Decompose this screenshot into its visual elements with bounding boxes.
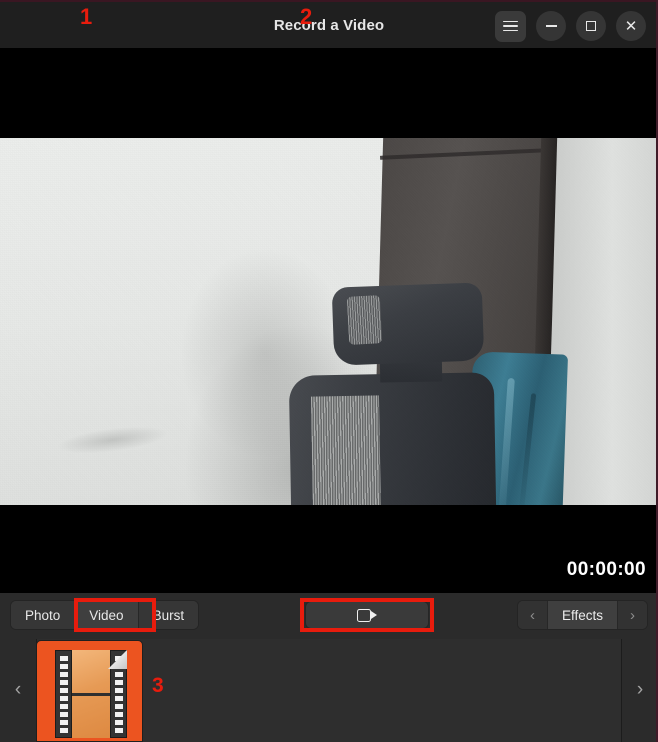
gallery-strip: ‹ › [0,637,658,742]
close-button[interactable]: ✕ [616,11,646,41]
viewfinder [0,48,658,593]
capture-mode-group: Photo Video Burst [10,600,200,630]
minimize-button[interactable] [536,11,566,41]
maximize-button[interactable] [576,11,606,41]
hamburger-icon [503,20,518,32]
record-button-wrapper [305,601,429,629]
camcorder-icon [357,608,377,622]
window-controls: ✕ [495,2,646,50]
hamburger-menu-button[interactable] [495,10,526,42]
effects-prev-button[interactable]: ‹ [517,601,548,629]
video-file-icon [55,650,127,738]
mode-button-video[interactable]: Video [75,601,139,629]
close-icon: ✕ [624,17,638,35]
camera-app-window: Record a Video ✕ 00:00:00 Photo Video Bu… [0,0,658,742]
preview-chair-mesh [310,395,382,505]
effects-next-button[interactable]: › [617,601,647,629]
annotation-label-3: 3 [152,674,164,697]
annotation-label-2: 2 [300,4,313,29]
webcam-preview [0,138,658,505]
minimize-icon [545,25,557,27]
maximize-icon [586,21,596,31]
effects-group: ‹ Effects › [516,600,648,630]
annotation-label-1: 1 [80,4,93,29]
preview-right-wall [552,138,658,505]
mode-button-photo[interactable]: Photo [11,601,76,629]
gallery-prev-button[interactable]: ‹ [0,637,36,742]
preview-headrest-mesh [346,295,383,345]
status-row: 00:00:00 [0,557,658,593]
video-file-thumbnail[interactable] [36,640,143,742]
gallery-next-button[interactable]: › [622,637,658,742]
effects-button[interactable]: Effects [547,601,617,629]
titlebar: Record a Video ✕ [0,0,658,48]
recording-timer: 00:00:00 [566,559,646,580]
controls-toolbar: Photo Video Burst ‹ Effects › [0,593,658,637]
record-button[interactable] [305,601,429,629]
mode-button-burst[interactable]: Burst [138,601,199,629]
